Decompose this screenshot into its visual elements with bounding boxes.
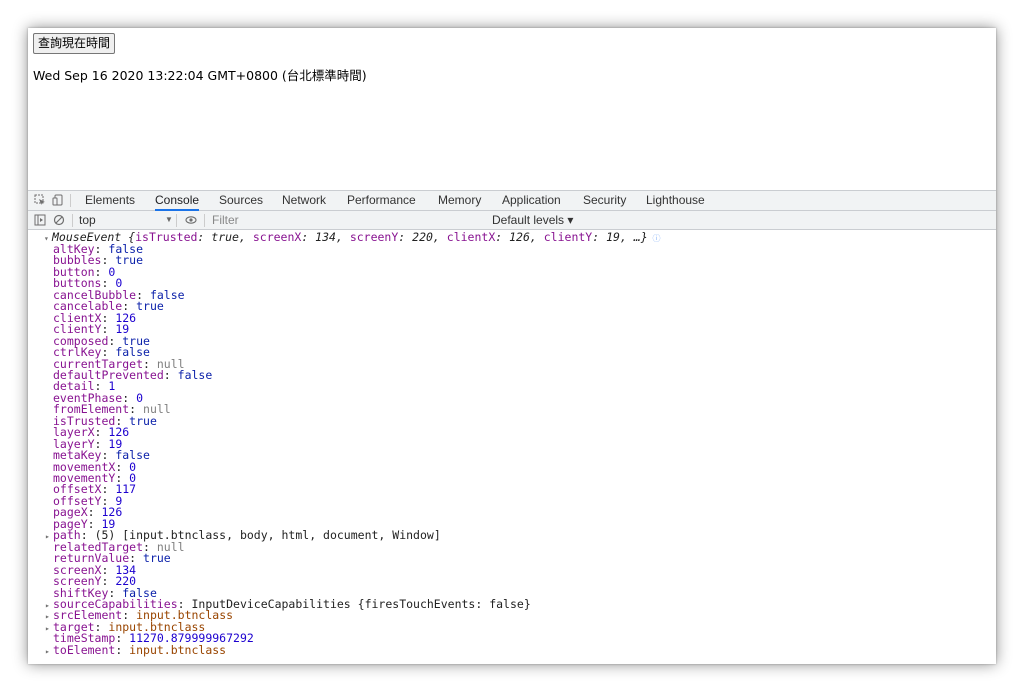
preview-key: screenX xyxy=(252,231,302,244)
punct: , xyxy=(619,231,634,244)
punct: : xyxy=(163,367,178,382)
preview-key: isTrusted xyxy=(135,231,198,244)
console-toolbar: top ▼ Filter Default levels ▾ xyxy=(28,211,996,230)
console-output: ▾ MouseEvent {isTrusted: true, screenX: 1… xyxy=(28,231,996,664)
sidebar-toggle-icon[interactable] xyxy=(34,214,46,226)
page-content: 查詢現在時間 Wed Sep 16 2020 13:22:04 GMT+0800… xyxy=(28,28,996,190)
tab-application[interactable]: Application xyxy=(502,191,561,210)
preview-key: screenY xyxy=(349,231,399,244)
query-time-button[interactable]: 查詢現在時間 xyxy=(33,33,116,54)
browser-window: 查詢現在時間 Wed Sep 16 2020 13:22:04 GMT+0800… xyxy=(28,28,996,664)
property-value: true xyxy=(136,299,164,314)
property-value: true xyxy=(115,253,144,268)
preview-value: true xyxy=(211,231,239,244)
preview-value: 19 xyxy=(606,231,620,244)
tab-security[interactable]: Security xyxy=(583,191,626,210)
property-value: false xyxy=(177,367,213,382)
time-output: Wed Sep 16 2020 13:22:04 GMT+0800 (台北標準時… xyxy=(33,68,367,83)
punct: : xyxy=(495,231,510,244)
punct: , xyxy=(432,231,447,244)
expand-triangle-icon[interactable]: ▸ xyxy=(45,600,53,612)
tab-performance[interactable]: Performance xyxy=(347,191,416,210)
preview-value: 126 xyxy=(509,231,530,244)
property-value: input.btnclass xyxy=(129,642,227,657)
punct: : xyxy=(592,231,607,244)
expand-triangle-icon[interactable]: ▸ xyxy=(45,611,53,623)
punct: : xyxy=(197,231,212,244)
tabbar-divider xyxy=(70,194,71,207)
filter-input[interactable]: Filter xyxy=(212,211,239,229)
chevron-down-icon[interactable]: ▼ xyxy=(165,211,173,229)
tab-lighthouse[interactable]: Lighthouse xyxy=(646,191,705,210)
preview-value: 134 xyxy=(315,231,336,244)
tab-console[interactable]: Console xyxy=(155,191,200,211)
ellipsis: … xyxy=(633,231,641,244)
tab-sources[interactable]: Sources xyxy=(219,191,263,210)
inspect-element-icon[interactable] xyxy=(34,194,46,206)
punct: , xyxy=(238,231,253,244)
expand-triangle-icon[interactable]: ▸ xyxy=(45,531,53,543)
clear-console-icon[interactable] xyxy=(53,214,65,226)
devtools-tabbar: Elements Console Sources Network Performance… xyxy=(28,191,996,211)
preview-value: 220 xyxy=(412,231,433,244)
context-selector[interactable]: top xyxy=(79,211,96,229)
log-levels-dropdown[interactable]: Default levels ▾ xyxy=(492,211,573,229)
toolbar-divider xyxy=(204,214,205,227)
punct: , xyxy=(529,231,544,244)
preview-key: clientX xyxy=(446,231,496,244)
device-toolbar-icon[interactable] xyxy=(52,194,64,206)
expand-triangle-icon[interactable]: ▸ xyxy=(45,646,53,658)
expand-triangle-icon[interactable]: ▸ xyxy=(45,623,53,635)
toolbar-divider xyxy=(72,214,73,227)
tab-network[interactable]: Network xyxy=(282,191,326,210)
property-key: toElement xyxy=(53,642,116,657)
preview-key: clientY xyxy=(543,231,593,244)
property-value: true xyxy=(143,551,171,566)
punct: : xyxy=(398,231,413,244)
devtools-panel: Elements Console Sources Network Performance… xyxy=(28,190,996,664)
punct: : xyxy=(301,231,316,244)
console-property-row[interactable]: ▸ toElement: input.btnclass xyxy=(45,642,227,657)
toolbar-divider xyxy=(176,214,177,227)
tab-memory[interactable]: Memory xyxy=(438,191,481,210)
property-value: InputDeviceCapabilities {firesTouchEvent… xyxy=(191,596,531,611)
eye-icon[interactable] xyxy=(185,214,197,226)
property-value: true xyxy=(129,413,157,428)
tab-elements[interactable]: Elements xyxy=(85,191,135,210)
expand-triangle-icon[interactable]: ▾ xyxy=(44,233,52,245)
punct: : xyxy=(115,642,130,657)
punct: } xyxy=(640,231,648,244)
info-icon[interactable]: ⓘ xyxy=(648,234,660,243)
punct: , xyxy=(335,231,350,244)
